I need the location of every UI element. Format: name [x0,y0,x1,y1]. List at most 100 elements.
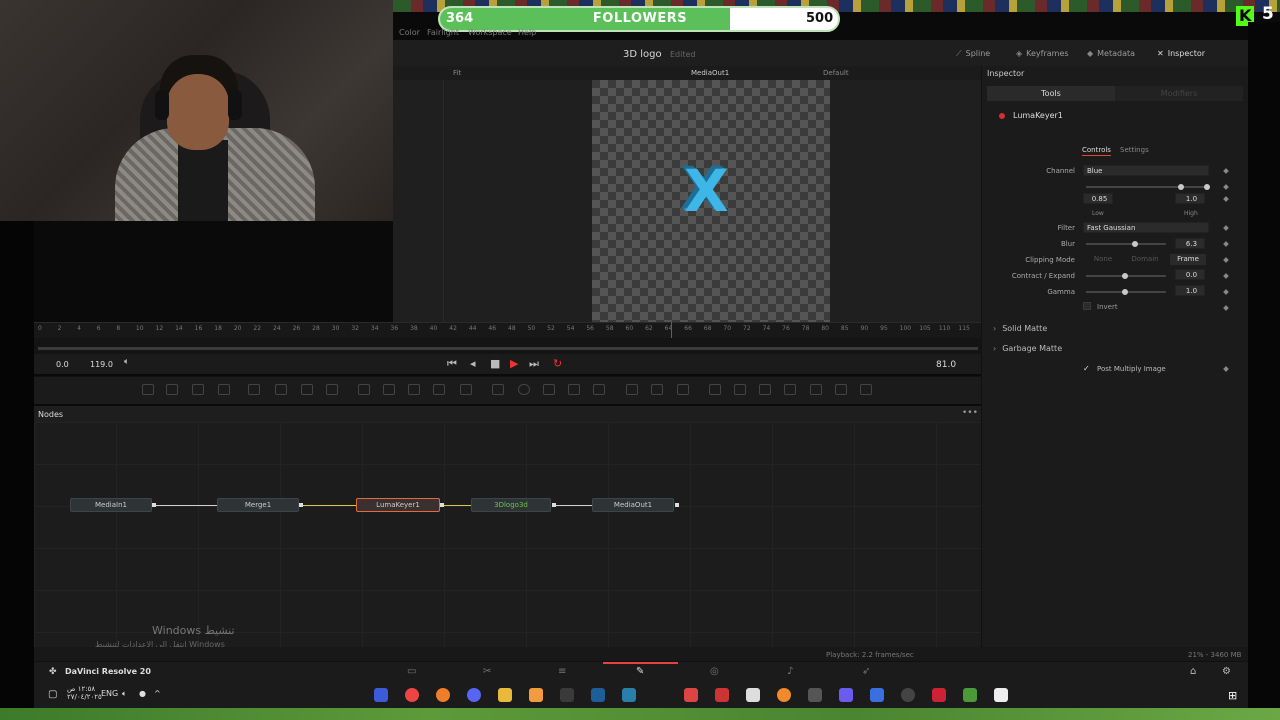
node-editor[interactable] [34,422,981,647]
output-port[interactable] [675,503,679,507]
metadata-button[interactable]: ◆ Metadata [1087,49,1135,58]
particle-tool-icon[interactable] [248,384,260,395]
high-value-field[interactable]: 1.0 [1175,193,1205,204]
range-slider[interactable] [1086,186,1210,188]
app-icon-10[interactable] [994,688,1008,702]
node-lumakeyer1[interactable]: LumaKeyer1 [356,498,440,512]
output-port[interactable] [440,503,444,507]
volume-icon[interactable]: 🔈︎ [124,357,129,367]
paint-tool-icon[interactable] [166,384,178,395]
3d-merge-icon[interactable] [759,384,771,395]
bspline-mask-icon[interactable] [568,384,580,395]
obs-app-icon[interactable] [560,688,574,702]
brush-tool-icon[interactable] [218,384,230,395]
gamma-slider-handle[interactable] [1122,289,1128,295]
3d-camera-icon[interactable] [784,384,796,395]
node-mediain1[interactable]: MediaIn1 [70,498,152,512]
fairlight-page-icon[interactable]: ♪ [787,666,793,677]
clip-frame-button[interactable]: Frame [1170,254,1206,265]
output-port[interactable] [152,503,156,507]
keyframes-button[interactable]: ◈ Keyframes [1016,49,1069,58]
tab-modifiers[interactable]: Modifiers [1115,86,1243,101]
polygon-mask-icon[interactable] [543,384,555,395]
blur-slider[interactable] [1086,243,1166,245]
contract-expand-handle[interactable] [1122,273,1128,279]
3d-renderer-icon[interactable] [835,384,847,395]
current-time[interactable]: 81.0 [936,360,956,370]
solid-matte-section[interactable]: › Solid Matte [993,324,1047,333]
app-icon-9[interactable] [963,688,977,702]
color-tool-icon[interactable] [301,384,313,395]
resolve-app-icon[interactable] [622,688,636,702]
output-port[interactable] [299,503,303,507]
app-icon-3[interactable] [746,688,760,702]
subtab-settings[interactable]: Settings [1120,146,1149,154]
app-icon-1[interactable] [684,688,698,702]
media-page-icon[interactable]: ▭ [407,666,416,677]
range-slider-handle-high[interactable] [1204,184,1210,190]
notification-icon[interactable]: ▢ [48,689,57,700]
chevron-up-icon[interactable]: ^ [154,689,161,698]
app-icon-6[interactable] [870,688,884,702]
node-mediaout1[interactable]: MediaOut1 [592,498,674,512]
text-tool-icon[interactable] [192,384,204,395]
deliver-page-icon[interactable]: ➶ [862,666,870,677]
gamma-value-field[interactable]: 1.0 [1175,285,1205,296]
clip-none-button[interactable]: None [1086,254,1120,265]
menu-item-workspace[interactable]: Workspace [468,28,512,37]
crop-tool-icon[interactable] [433,384,445,395]
app-icon-2[interactable] [715,688,729,702]
range-slider-handle[interactable] [1178,184,1184,190]
post-multiply-checkbox[interactable]: ✓ [1083,364,1090,373]
cut-page-icon[interactable]: ✂ [483,666,491,677]
garbage-matte-section[interactable]: › Garbage Matte [993,344,1062,353]
photoshop-app-icon[interactable] [591,688,605,702]
explorer-app-icon[interactable] [498,688,512,702]
warp-tool-icon[interactable] [677,384,689,395]
inspector-button[interactable]: ✕ Inspector [1157,49,1205,58]
end-time[interactable]: 119.0 [90,360,113,369]
edit-page-icon[interactable]: ≡ [558,666,566,677]
tab-tools[interactable]: Tools [987,86,1115,101]
filter-dropdown[interactable]: Fast Gaussian [1083,222,1209,233]
scrub-bar[interactable] [38,347,978,350]
app-icon-5[interactable] [839,688,853,702]
firefox-app-icon[interactable] [436,688,450,702]
blur-slider-handle[interactable] [1132,241,1138,247]
microphone-icon[interactable]: ● [139,689,146,698]
menu-item-help[interactable]: Help [518,28,536,37]
volume-tray-icon[interactable]: 🔈︎ [122,689,127,699]
blur-value-field[interactable]: 6.3 [1175,238,1205,249]
contract-expand-field[interactable]: 0.0 [1175,269,1205,280]
planar-tracker-icon[interactable] [651,384,663,395]
skip-to-start-icon[interactable]: ⏮︎ [447,357,457,371]
subtab-controls[interactable]: Controls [1082,146,1111,154]
gear-icon[interactable]: ⚙ [1222,666,1231,677]
app-icon-4[interactable] [808,688,822,702]
rectangle-mask-icon[interactable] [492,384,504,395]
channel-tool-icon[interactable] [383,384,395,395]
blender-app-icon[interactable] [777,688,791,702]
shape-tool-icon[interactable] [593,384,605,395]
output-port[interactable] [552,503,556,507]
transform-tool-icon[interactable] [408,384,420,395]
tray-clock[interactable]: ١٢:٥٨ ص ٢٧/٠٤/٢٠٢٥ [67,685,102,701]
app-icon-7[interactable] [901,688,915,702]
home-icon[interactable]: ⌂ [1190,666,1196,677]
fusion-page-icon[interactable]: ✎ [636,666,644,677]
channel-dropdown[interactable]: Blue [1083,165,1209,176]
illustrator-app-icon[interactable] [529,688,543,702]
start-time[interactable]: 0.0 [56,360,69,369]
low-value-field[interactable]: 0.85 [1083,193,1113,204]
node-3dlogo3d[interactable]: 3Dlogo3d [471,498,551,512]
nodes-options-icon[interactable]: ••• [962,408,978,418]
spline-button[interactable]: ⟋ Spline [956,49,990,59]
blur-tool-icon[interactable] [275,384,287,395]
fit-dropdown[interactable]: Fit [453,69,461,77]
node-merge1[interactable]: Merge1 [217,498,299,512]
background-tool-icon[interactable] [142,384,154,395]
3d-shape-icon[interactable] [709,384,721,395]
stop-icon[interactable]: ■ [490,357,500,370]
invert-checkbox[interactable] [1083,302,1091,310]
lut-dropdown[interactable]: Default [823,69,849,77]
